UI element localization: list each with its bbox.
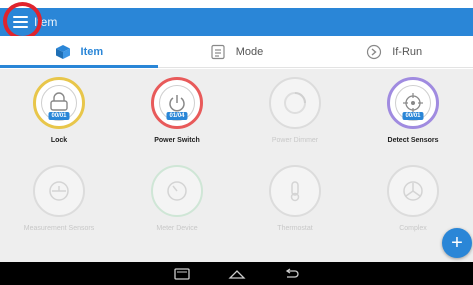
tab-bar: Item Mode If-Run	[0, 36, 473, 68]
tile-label: Lock	[50, 137, 68, 144]
tile-label: Meter Device	[156, 225, 198, 232]
tab-item[interactable]: Item	[0, 36, 158, 68]
tile-label: Thermostat	[277, 225, 313, 232]
tile-ring	[387, 165, 439, 217]
recent-apps-icon[interactable]	[173, 267, 190, 280]
tile-ring	[269, 165, 321, 217]
tile-ring: 00/01	[387, 77, 439, 129]
menu-line	[12, 26, 28, 28]
back-icon[interactable]	[284, 267, 300, 280]
tile-measurement-sensors[interactable]: Measurement Sensors	[0, 157, 118, 253]
add-button[interactable]: +	[442, 228, 472, 258]
status-badge: 00/01	[48, 112, 70, 120]
dimmer-icon	[277, 85, 313, 121]
tile-power-dimmer[interactable]: Power Dimmer	[236, 69, 354, 165]
tab-if-run-label: If-Run	[392, 45, 423, 58]
item-grid: 00/01 Lock 01/04 Power Switch Power Dimm…	[0, 69, 473, 262]
tile-thermostat[interactable]: Thermostat	[236, 157, 354, 253]
tile-meter-device[interactable]: Meter Device	[118, 157, 236, 253]
tab-mode-label: Mode	[235, 45, 264, 58]
mode-icon	[210, 44, 226, 60]
measurement-icon	[41, 173, 77, 209]
tile-ring	[151, 165, 203, 217]
menu-line	[12, 16, 28, 18]
tile-ring: 01/04	[151, 77, 203, 129]
app-title: Item	[34, 15, 58, 29]
tile-ring: 00/01	[33, 77, 85, 129]
tile-ring	[269, 77, 321, 129]
top-strip	[0, 0, 473, 8]
tile-label: Complex	[399, 225, 427, 232]
tile-label: Power Dimmer	[271, 137, 319, 144]
tile-lock[interactable]: 00/01 Lock	[0, 69, 118, 165]
tile-label: Power Switch	[154, 137, 200, 144]
tile-ring	[33, 165, 85, 217]
status-badge: 01/04	[166, 112, 188, 120]
menu-line	[12, 21, 28, 23]
menu-button[interactable]	[10, 12, 30, 32]
home-icon[interactable]	[227, 268, 246, 280]
app-bar: Item	[0, 8, 473, 36]
tile-label: Detect Sensors	[387, 137, 439, 144]
if-run-icon	[366, 44, 382, 60]
tab-mode[interactable]: Mode	[158, 36, 316, 67]
thermostat-icon	[277, 173, 313, 209]
status-badge: 00/01	[402, 112, 424, 120]
meter-icon	[159, 173, 195, 209]
tile-label: Measurement Sensors	[23, 225, 95, 232]
tab-if-run[interactable]: If-Run	[315, 36, 473, 67]
system-nav-bar	[0, 262, 473, 285]
complex-icon	[395, 173, 431, 209]
cube-icon	[55, 44, 71, 60]
tab-item-label: Item	[80, 45, 104, 58]
app-screen: Item Item Mode If-Run 00/01 Lock 01/04 P…	[0, 0, 473, 285]
tile-detect-sensors[interactable]: 00/01 Detect Sensors	[354, 69, 472, 165]
tile-power-switch[interactable]: 01/04 Power Switch	[118, 69, 236, 165]
